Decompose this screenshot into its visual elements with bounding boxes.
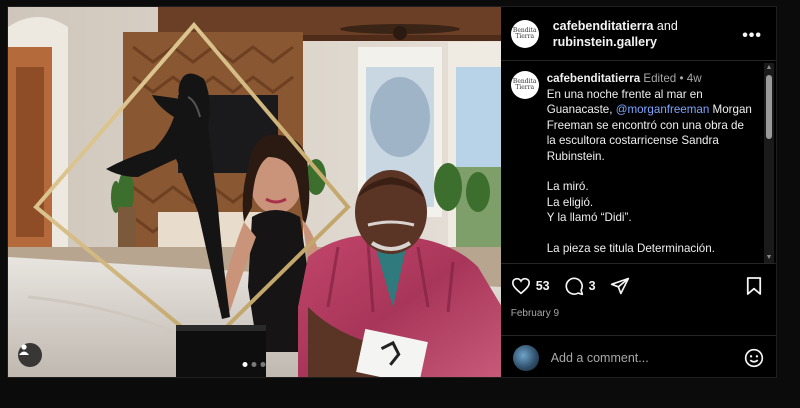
photo-illustration [8,7,501,377]
caption-line-2: La miró. [546,180,589,193]
caption-age: 4w [686,72,702,85]
post-date[interactable]: February 9 [511,308,766,319]
author-joiner: and [653,18,678,33]
post-modal: Bendita Tierra cafebenditatierra and rub… [7,6,777,378]
post-header: Bendita Tierra cafebenditatierra and rub… [500,7,776,61]
caption-line-5: La pieza se titula Determinación. [546,241,715,255]
author-username-2[interactable]: rubinstein.gallery [553,35,657,49]
more-icon: ••• [742,27,762,44]
post-side-panel: Bendita Tierra cafebenditatierra and rub… [500,7,776,377]
caption-avatar[interactable]: Bendita Tierra [510,71,539,99]
like-count[interactable]: 53 [536,279,550,293]
like-button[interactable]: 53 [511,277,550,295]
heart-icon [511,277,530,295]
emoji-icon[interactable] [744,348,764,368]
caption-scrollbar[interactable]: ▲ ▼ [764,63,774,263]
share-button[interactable] [610,276,630,296]
caption: Bendita Tierra cafebenditatierra Edited … [501,61,776,263]
carousel-dot [260,362,266,367]
carousel-indicator [242,362,266,367]
comment-button[interactable]: 3 [564,276,596,296]
author-names: cafebenditatierra and rubinstein.gallery [553,18,678,50]
post-photo[interactable] [8,7,501,377]
more-options-button[interactable]: ••• [742,27,762,45]
bookmark-icon [746,277,762,295]
comment-bar [500,335,776,377]
caption-scroll-area[interactable]: Bendita Tierra cafebenditatierra Edited … [501,61,776,263]
carousel-dot [251,362,257,367]
author-username-1[interactable]: cafebenditatierra [553,19,654,33]
post-actions: 53 3 February 9 [500,263,776,335]
carousel-dot-active [242,362,248,367]
comment-icon [565,277,583,296]
user-tag-button[interactable] [18,343,42,367]
scroll-down-icon[interactable]: ▼ [764,253,774,263]
comment-input[interactable] [550,350,744,365]
user-tag-icon [19,344,29,355]
save-button[interactable] [746,276,762,296]
caption-line-4: Y la llamó “Didi”. [546,211,632,224]
caption-edited: Edited [640,72,677,85]
viewer-avatar[interactable] [512,344,539,371]
comment-count[interactable]: 3 [589,279,596,293]
caption-text: cafebenditatierra Edited • 4w En una noc… [547,71,756,263]
scrollbar-thumb[interactable] [766,75,772,139]
caption-line-3: La eligió. [546,195,594,209]
scroll-up-icon[interactable]: ▲ [764,63,774,73]
caption-mention[interactable]: @morganfreeman [616,103,710,116]
share-icon [610,277,629,295]
author-avatar[interactable]: Bendita Tierra [510,19,539,48]
caption-username[interactable]: cafebenditatierra [547,72,640,85]
caption-separator: • [676,72,687,85]
